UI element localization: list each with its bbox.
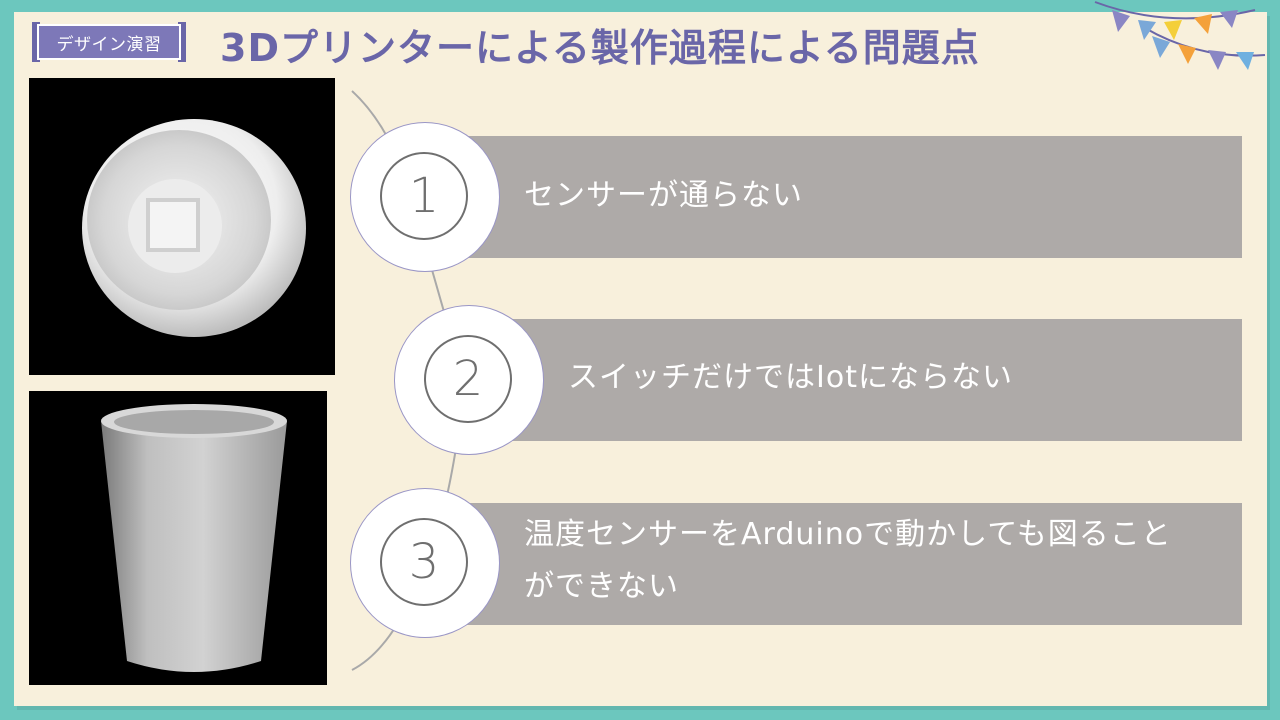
issue-item-2: スイッチだけではIotにならない bbox=[500, 319, 1242, 441]
sensor-lid-image bbox=[29, 78, 335, 375]
bunting-decoration-icon bbox=[1094, 1, 1266, 70]
issue-badge-2: 2 bbox=[394, 305, 544, 455]
issue-number-2: 2 bbox=[424, 335, 512, 423]
cup-image bbox=[29, 391, 327, 685]
page-title: 3Dプリンターによる製作過程による問題点 bbox=[220, 26, 980, 70]
issue-badge-1: 1 bbox=[350, 122, 500, 272]
issue-badge-3: 3 bbox=[350, 488, 500, 638]
issue-item-3: 温度センサーをArduinoで動かしても図ること ができない bbox=[454, 503, 1242, 625]
issue-item-1: センサーが通らない bbox=[454, 136, 1242, 258]
issue-text-3-line1: 温度センサーをArduinoで動かしても図ること bbox=[524, 517, 1172, 552]
issue-text-1: センサーが通らない bbox=[524, 178, 803, 213]
category-tag: デザイン演習 bbox=[30, 20, 188, 64]
issue-number-1: 1 bbox=[380, 152, 468, 240]
tag-label: デザイン演習 bbox=[56, 34, 162, 55]
issue-text-3-line2: ができない bbox=[524, 569, 679, 604]
issue-number-3: 3 bbox=[380, 518, 468, 606]
issue-text-2: スイッチだけではIotにならない bbox=[568, 360, 1013, 395]
